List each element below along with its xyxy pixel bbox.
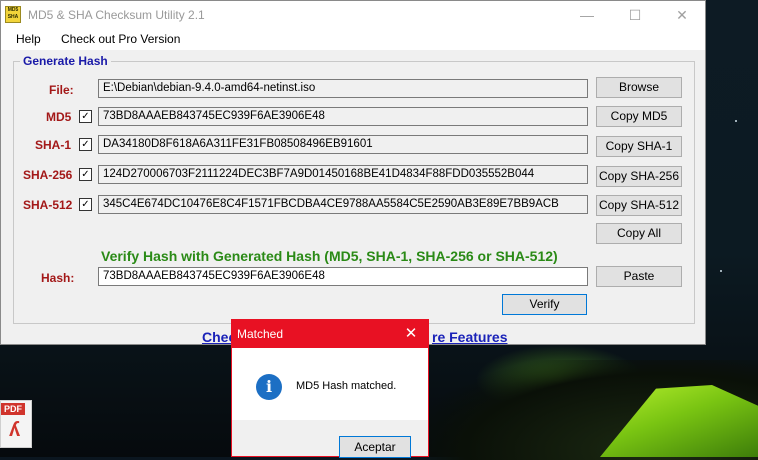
copy-md5-button[interactable]: Copy MD5 <box>596 106 682 127</box>
features-link-fragment[interactable]: re Features <box>432 329 507 345</box>
sha256-value-field[interactable]: 124D270006703F2111224DEC3BF7A9D01450168B… <box>98 165 588 184</box>
menu-check-out-pro[interactable]: Check out Pro Version <box>61 32 180 46</box>
close-button[interactable]: ✕ <box>659 1 705 29</box>
main-window: MD5 SHA MD5 & SHA Checksum Utility 2.1 —… <box>0 0 706 345</box>
menu-bar: Help Check out Pro Version <box>1 29 705 50</box>
browse-button[interactable]: Browse <box>596 77 682 98</box>
minimize-button[interactable]: — <box>564 1 610 29</box>
info-icon: i <box>256 374 282 400</box>
md5-checkbox[interactable]: ✓ <box>79 110 92 123</box>
sha1-label: SHA-1 <box>35 138 72 152</box>
verify-title: Verify Hash with Generated Hash (MD5, SH… <box>101 248 558 264</box>
sha256-label: SHA-256 <box>23 168 73 182</box>
dialog-body: i MD5 Hash matched. <box>232 348 428 420</box>
app-icon: MD5 SHA <box>5 6 21 23</box>
acrobat-icon: ʎ <box>9 419 21 441</box>
md5-value-field[interactable]: 73BD8AAAEB843745EC939F6AE3906E48 <box>98 107 588 126</box>
pdf-tag: PDF <box>1 403 25 415</box>
maximize-button[interactable]: ☐ <box>612 1 658 29</box>
sha512-checkbox[interactable]: ✓ <box>79 198 92 211</box>
dialog-title-bar[interactable]: Matched ✕ <box>232 320 428 348</box>
copy-sha512-button[interactable]: Copy SHA-512 <box>596 195 682 216</box>
dialog-message: MD5 Hash matched. <box>296 380 397 392</box>
file-path-field[interactable]: E:\Debian\debian-9.4.0-amd64-netinst.iso <box>98 79 588 98</box>
file-label: File: <box>49 83 74 97</box>
title-bar[interactable]: MD5 SHA MD5 & SHA Checksum Utility 2.1 —… <box>1 1 705 29</box>
sha512-label: SHA-512 <box>23 198 73 212</box>
menu-help[interactable]: Help <box>16 32 41 46</box>
dialog-ok-button[interactable]: Aceptar <box>339 436 411 458</box>
copy-all-button[interactable]: Copy All <box>596 223 682 244</box>
sha512-value-field[interactable]: 345C4E674DC10476E8C4F1571FBCDBA4CE9788AA… <box>98 195 588 214</box>
hash-label: Hash: <box>41 271 75 285</box>
copy-sha1-button[interactable]: Copy SHA-1 <box>596 136 682 157</box>
dialog-close-icon[interactable]: ✕ <box>394 320 428 348</box>
verify-button[interactable]: Verify <box>502 294 587 315</box>
sha256-checkbox[interactable]: ✓ <box>79 168 92 181</box>
window-title: MD5 & SHA Checksum Utility 2.1 <box>28 8 205 22</box>
hash-input[interactable]: 73BD8AAAEB843745EC939F6AE3906E48 <box>98 267 588 286</box>
paste-button[interactable]: Paste <box>596 266 682 287</box>
generate-hash-title: Generate Hash <box>20 54 111 68</box>
sha1-value-field[interactable]: DA34180D8F618A6A311FE31FB08508496EB91601 <box>98 135 588 154</box>
matched-dialog: Matched ✕ i MD5 Hash matched. Aceptar <box>231 319 429 458</box>
copy-sha256-button[interactable]: Copy SHA-256 <box>596 166 682 187</box>
desktop-pdf-file-icon[interactable]: PDF ʎ <box>0 400 32 448</box>
dialog-title: Matched <box>237 327 284 341</box>
md5-label: MD5 <box>46 110 72 124</box>
sha1-checkbox[interactable]: ✓ <box>79 138 92 151</box>
